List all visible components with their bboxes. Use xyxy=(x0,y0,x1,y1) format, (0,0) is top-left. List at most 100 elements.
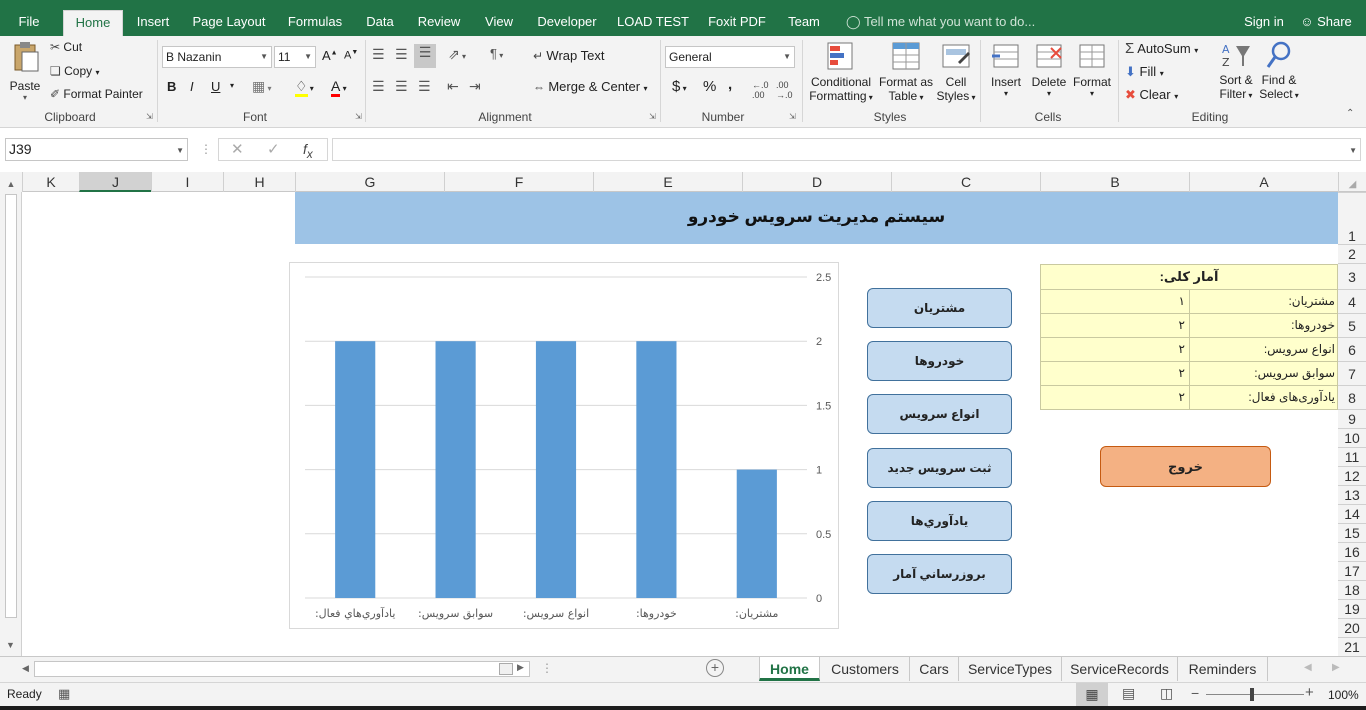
tab-data[interactable]: Data xyxy=(362,8,398,36)
sheet-tab-home[interactable]: Home xyxy=(759,657,820,681)
text-direction-icon[interactable]: ¶ ▾ xyxy=(490,46,503,61)
decrease-decimal-icon[interactable]: .00 →.0 xyxy=(776,80,793,100)
font-name-select[interactable]: B Nazanin ▼ xyxy=(162,46,272,68)
hscroll-right-arrow[interactable]: ▶ xyxy=(517,662,524,673)
zoom-out-icon[interactable]: − xyxy=(1191,685,1199,701)
column-header[interactable]: F xyxy=(444,172,593,192)
sheet-tab-reminders[interactable]: Reminders xyxy=(1178,657,1268,681)
merge-center-button[interactable]: ⇔ Merge & Center ▾ xyxy=(533,79,647,94)
dialog-launcher-icon[interactable]: ⇲ xyxy=(146,112,153,121)
tab-formulas[interactable]: Formulas xyxy=(284,8,346,36)
tell-me-search[interactable]: ◯ Tell me what you want to do... xyxy=(846,8,1036,36)
chevron-down-icon[interactable]: ▾ xyxy=(230,81,234,90)
column-header[interactable]: A xyxy=(1189,172,1338,192)
tab-load-test[interactable]: LOAD TEST xyxy=(617,8,689,36)
autosum-button[interactable]: Σ AutoSum ▾ xyxy=(1125,40,1198,57)
scroll-down-arrow[interactable]: ▼ xyxy=(6,640,15,650)
align-left-icon[interactable]: ☰ xyxy=(372,78,385,95)
number-format-select[interactable]: General ▼ xyxy=(665,46,795,68)
copy-button[interactable]: ❏ Copy ▾ xyxy=(50,64,99,78)
dialog-launcher-icon[interactable]: ⇲ xyxy=(355,112,362,121)
fill-color-icon[interactable]: ♢ ▾ xyxy=(295,78,314,97)
column-header[interactable]: D xyxy=(742,172,891,192)
share-button[interactable]: ☺ Share xyxy=(1296,8,1356,36)
name-box[interactable]: J39 ▼ xyxy=(5,138,188,161)
column-header[interactable]: C xyxy=(891,172,1040,192)
vertical-scrollbar[interactable]: ▼ xyxy=(0,192,22,656)
sort-filter-button[interactable]: AZ Sort & Filter ▾ xyxy=(1214,40,1258,101)
exit-button[interactable]: خروج xyxy=(1100,446,1271,487)
page-break-view-icon[interactable]: ◫ xyxy=(1160,685,1173,702)
row-header[interactable]: 14 xyxy=(1338,504,1366,523)
service-types-button[interactable]: انواع سرويس xyxy=(867,394,1012,434)
tab-developer[interactable]: Developer xyxy=(535,8,599,36)
conditional-formatting-button[interactable]: Conditional Formatting ▾ xyxy=(808,40,874,103)
tab-home[interactable]: Home xyxy=(63,10,123,36)
format-as-table-button[interactable]: Format as Table ▾ xyxy=(876,40,936,103)
row-header[interactable]: 12 xyxy=(1338,466,1366,485)
wrap-text-button[interactable]: ↵ Wrap Text xyxy=(533,48,604,63)
dialog-launcher-icon[interactable]: ⇲ xyxy=(789,112,796,121)
column-header[interactable]: G xyxy=(295,172,444,192)
underline-button[interactable]: U xyxy=(211,79,220,94)
select-all-corner[interactable]: ◢ xyxy=(1338,172,1366,192)
cell-styles-button[interactable]: Cell Styles ▾ xyxy=(934,40,978,103)
row-header[interactable]: 16 xyxy=(1338,542,1366,561)
cars-button[interactable]: خودروها xyxy=(867,341,1012,381)
sheet-tab-servicetypes[interactable]: ServiceTypes xyxy=(959,657,1062,681)
row-header[interactable]: 11 xyxy=(1338,447,1366,466)
sheet-tab-customers[interactable]: Customers xyxy=(821,657,910,681)
row-header[interactable]: 7 xyxy=(1338,361,1366,385)
tab-review[interactable]: Review xyxy=(414,8,464,36)
paste-button[interactable]: Paste ▾ xyxy=(8,40,42,106)
find-select-button[interactable]: Find & Select ▾ xyxy=(1256,40,1302,101)
comma-button[interactable]: , xyxy=(728,76,732,93)
zoom-slider-thumb[interactable] xyxy=(1250,688,1254,701)
format-cells-button[interactable]: Format ▾ xyxy=(1070,40,1114,98)
zoom-in-icon[interactable]: + xyxy=(1305,684,1314,701)
row-header[interactable]: 19 xyxy=(1338,599,1366,618)
bold-button[interactable]: B xyxy=(167,79,176,94)
reminders-button[interactable]: يادآوري‌ها xyxy=(867,501,1012,541)
normal-view-icon[interactable]: ▦ xyxy=(1076,683,1108,706)
tab-foxit-pdf[interactable]: Foxit PDF xyxy=(706,8,768,36)
sheet-tab-servicerecords[interactable]: ServiceRecords xyxy=(1062,657,1178,681)
align-middle-icon[interactable]: ☰ xyxy=(395,46,408,63)
zoom-level[interactable]: 100% xyxy=(1328,688,1359,702)
customers-button[interactable]: مشتریان xyxy=(867,288,1012,328)
collapse-ribbon-icon[interactable]: ⌃ xyxy=(1346,108,1354,119)
column-header-selected[interactable]: J xyxy=(79,172,151,192)
dialog-launcher-icon[interactable]: ⇲ xyxy=(649,112,656,121)
row-header[interactable]: 18 xyxy=(1338,580,1366,599)
macro-record-icon[interactable]: ▦ xyxy=(58,686,70,702)
delete-cells-button[interactable]: Delete ▾ xyxy=(1028,40,1070,98)
horizontal-scrollbar[interactable]: ▶ xyxy=(34,661,530,677)
fill-button[interactable]: ⬇ Fill ▾ xyxy=(1125,64,1164,80)
increase-indent-icon[interactable]: ⇥ xyxy=(469,78,481,95)
row-header[interactable]: 3 xyxy=(1338,263,1366,289)
row-header[interactable]: 13 xyxy=(1338,485,1366,504)
refresh-stats-button[interactable]: بروزرساني آمار xyxy=(867,554,1012,594)
row-header[interactable]: 20 xyxy=(1338,618,1366,637)
add-sheet-icon[interactable]: + xyxy=(706,659,724,677)
shrink-font-button[interactable]: A▼ xyxy=(344,49,358,62)
enter-icon[interactable]: ✓ xyxy=(267,140,280,160)
column-header[interactable]: E xyxy=(593,172,742,192)
orientation-icon[interactable]: ⇗ ▾ xyxy=(448,46,466,63)
formula-input[interactable]: ▼ xyxy=(332,138,1361,161)
percent-button[interactable]: % xyxy=(703,78,716,95)
row-header[interactable]: 10 xyxy=(1338,428,1366,447)
clear-button[interactable]: ✖ Clear ▾ xyxy=(1125,87,1178,103)
font-color-icon[interactable]: A ▾ xyxy=(331,78,347,97)
column-header[interactable]: B xyxy=(1040,172,1189,192)
grow-font-button[interactable]: A▲ xyxy=(322,48,338,63)
row-header[interactable]: 5 xyxy=(1338,313,1366,337)
align-bottom-icon[interactable]: ☰ xyxy=(414,44,436,68)
column-header[interactable]: I xyxy=(151,172,223,192)
tab-insert[interactable]: Insert xyxy=(133,8,173,36)
new-service-button[interactable]: ثبت سرويس جديد xyxy=(867,448,1012,488)
decrease-indent-icon[interactable]: ⇤ xyxy=(447,78,459,95)
chart-area[interactable]: 0 0.5 1 1.5 2 2.5 مشتريان: خودروها: انواع سرويس:… xyxy=(289,262,839,629)
tab-scroll-right-icon[interactable]: ▶ xyxy=(1332,662,1340,673)
column-header[interactable]: H xyxy=(223,172,295,192)
